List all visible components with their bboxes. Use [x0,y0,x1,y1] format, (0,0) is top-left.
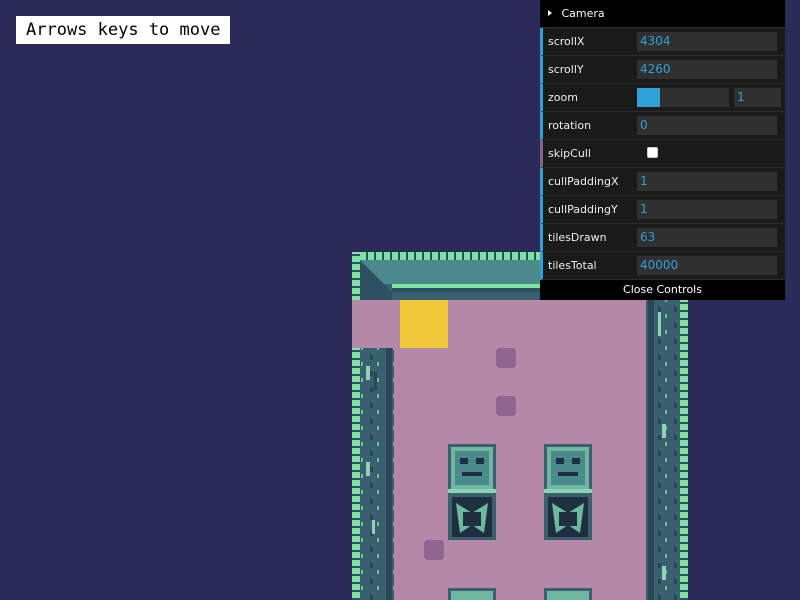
rotation-label: rotation [548,119,592,132]
zoom-slider-fill [637,88,660,107]
control-row-cullpaddingx: cullPaddingX 1 [540,168,785,196]
close-controls-button[interactable]: Close Controls [540,280,785,300]
floor-tiles [352,300,646,600]
statue-1 [448,444,496,540]
control-row-rotation: rotation 0 [540,112,785,140]
wall-right [646,300,688,600]
skipcull-checkbox[interactable] [647,147,658,158]
skipcull-label: skipCull [548,147,591,160]
camera-folder-label: Camera [561,7,605,20]
tilesdrawn-input[interactable]: 63 [637,228,777,247]
statue-2 [544,444,592,540]
tilestotal-label: tilesTotal [548,259,597,272]
scrolly-input[interactable]: 4260 [637,60,777,79]
statue-3 [448,588,496,600]
cullpaddingx-label: cullPaddingX [548,175,619,188]
zoom-slider[interactable] [637,88,729,107]
control-row-zoom: zoom 1 [540,84,785,112]
cullpaddingy-label: cullPaddingY [548,203,618,216]
scrolly-label: scrollY [548,63,584,76]
control-row-scrollx: scrollX 4304 [540,28,785,56]
control-row-cullpaddingy: cullPaddingY 1 [540,196,785,224]
zoom-label: zoom [548,91,578,104]
camera-folder-title[interactable]: Camera [540,0,785,28]
statue-4 [544,588,592,600]
tilestotal-input[interactable]: 40000 [637,256,777,275]
cullpaddingx-input[interactable]: 1 [637,172,777,191]
wall-top [352,252,540,300]
control-row-skipcull: skipCull [540,140,785,168]
camera-controls-panel: Camera scrollX 4304 scrollY 4260 zoom 1 … [540,0,785,300]
instructions-label: Arrows keys to move [16,16,231,44]
caret-right-icon [548,10,552,16]
tilesdrawn-label: tilesDrawn [548,231,607,244]
zoom-input[interactable]: 1 [734,88,781,107]
scrollx-input[interactable]: 4304 [637,32,777,51]
cullpaddingy-input[interactable]: 1 [637,200,777,219]
player-sprite [400,300,448,348]
control-row-tilesdrawn: tilesDrawn 63 [540,224,785,252]
control-row-scrolly: scrollY 4260 [540,56,785,84]
scrollx-label: scrollX [548,35,585,48]
control-row-tilestotal: tilesTotal 40000 [540,252,785,280]
rotation-input[interactable]: 0 [637,116,777,135]
